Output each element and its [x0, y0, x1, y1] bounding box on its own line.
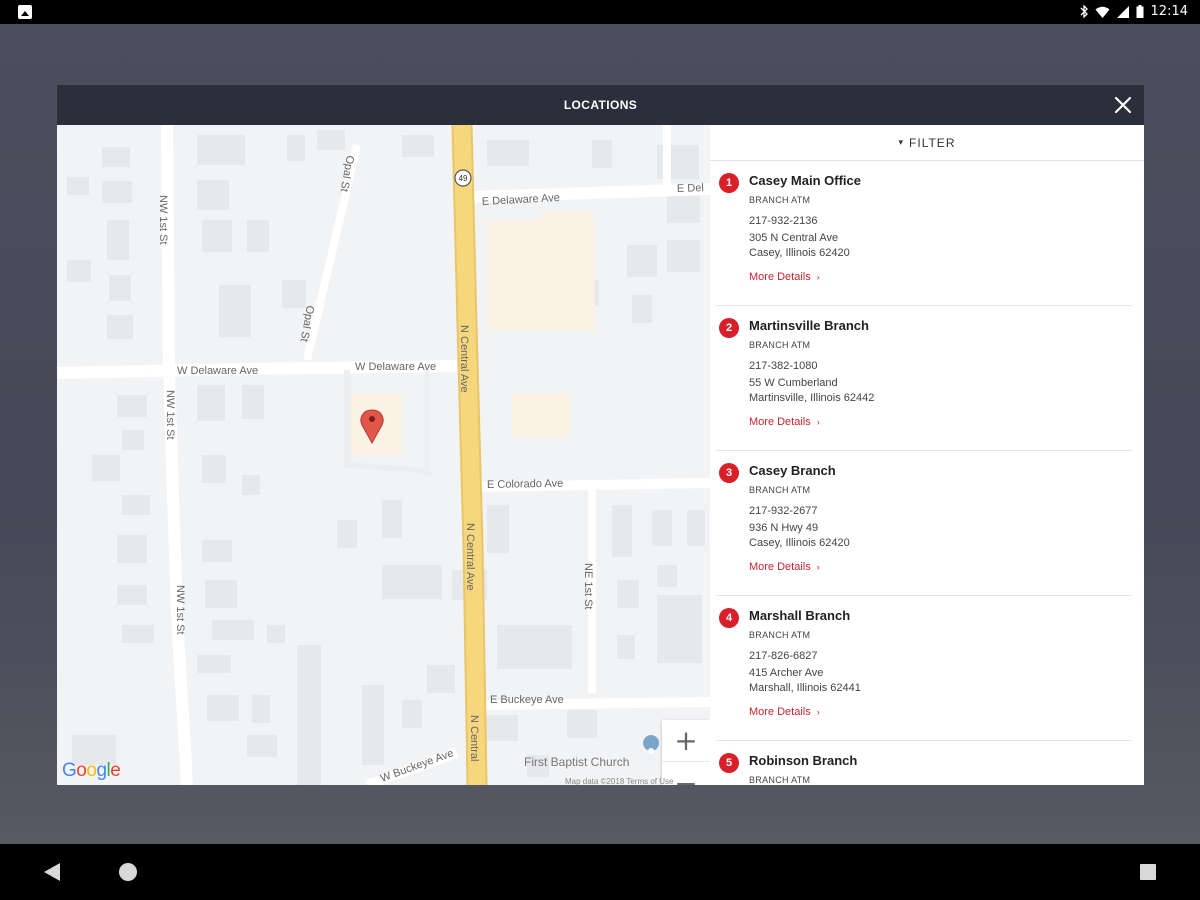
location-address-line1: 305 N Central Ave: [749, 232, 839, 244]
location-name: Martinsville Branch: [749, 318, 869, 333]
filter-button[interactable]: ▾ FILTER: [710, 125, 1144, 161]
zoom-controls: + −: [662, 720, 710, 785]
modal-header: LOCATIONS: [57, 85, 1144, 125]
street-label-n-central-1: N Central Ave: [458, 325, 470, 393]
street-label-e-colorado: E Colorado Ave: [487, 478, 563, 491]
location-phone[interactable]: 217-932-2136: [749, 215, 818, 227]
chevron-right-icon: ›: [816, 272, 820, 282]
street-label-w-delaware-2: W Delaware Ave: [355, 361, 436, 373]
back-icon[interactable]: [44, 863, 60, 881]
zoom-in-button[interactable]: +: [662, 720, 710, 762]
map-canvas: 49 E Delaware Ave E Del W Delaware Ave W…: [57, 125, 710, 785]
more-details-link[interactable]: More Details ›: [749, 706, 820, 718]
location-number-badge: 5: [719, 753, 739, 773]
battery-icon: [1136, 5, 1144, 18]
location-name: Robinson Branch: [749, 753, 858, 768]
street-label-n-central-2: N Central Ave: [464, 523, 476, 591]
close-button[interactable]: [1110, 92, 1136, 118]
location-types: BRANCH ATM: [749, 340, 811, 350]
poi-label: First Baptist Church: [524, 755, 629, 769]
location-number-badge: 4: [719, 608, 739, 628]
street-label-e-delaware-cut: E Del: [677, 182, 704, 195]
more-details-link[interactable]: More Details ›: [749, 561, 820, 573]
google-logo: Google: [62, 760, 121, 781]
route-shield-label: 49: [459, 174, 468, 183]
location-item[interactable]: 2 Martinsville Branch BRANCH ATM 217-382…: [716, 306, 1132, 451]
chevron-right-icon: ›: [816, 417, 820, 427]
location-types: BRANCH ATM: [749, 775, 811, 785]
location-name: Marshall Branch: [749, 608, 851, 623]
locations-panel: ▾ FILTER 1 Casey Main Office BRANCH ATM …: [710, 125, 1144, 785]
location-address-line2: Marshall, Illinois 62441: [749, 682, 861, 694]
location-name: Casey Branch: [749, 463, 836, 478]
street-label-n-central-3: N Central: [468, 715, 480, 761]
location-address-line2: Casey, Illinois 62420: [749, 247, 850, 259]
street-label-ne-1st: NE 1st St: [582, 563, 594, 609]
location-item[interactable]: 3 Casey Branch BRANCH ATM 217-932-2677 9…: [716, 451, 1132, 596]
chevron-right-icon: ›: [816, 562, 820, 572]
location-types: BRANCH ATM: [749, 195, 811, 205]
location-phone[interactable]: 217-932-2677: [749, 505, 818, 517]
locations-list[interactable]: 1 Casey Main Office BRANCH ATM 217-932-2…: [710, 161, 1144, 785]
chevron-right-icon: ›: [816, 707, 820, 717]
street-label-nw-1st-a: NW 1st St: [157, 195, 169, 245]
recent-apps-icon[interactable]: [1140, 864, 1156, 880]
map-attribution[interactable]: Map data ©2018 Terms of Use: [565, 777, 673, 785]
location-number-badge: 1: [719, 173, 739, 193]
location-item[interactable]: 1 Casey Main Office BRANCH ATM 217-932-2…: [716, 161, 1132, 306]
locations-modal: LOCATIONS 49 E Delaware Ave E Del W Dela…: [57, 85, 1144, 785]
location-number-badge: 3: [719, 463, 739, 483]
more-details-link[interactable]: More Details ›: [749, 271, 820, 283]
street-label-w-delaware: W Delaware Ave: [177, 365, 258, 377]
location-types: BRANCH ATM: [749, 630, 811, 640]
street-label-nw-1st-c: NW 1st St: [174, 585, 186, 635]
signal-icon: [1116, 5, 1129, 18]
bluetooth-icon: [1080, 5, 1088, 18]
map-view[interactable]: 49 E Delaware Ave E Del W Delaware Ave W…: [57, 125, 710, 785]
location-address-line2: Casey, Illinois 62420: [749, 537, 850, 549]
location-address-line2: Martinsville, Illinois 62442: [749, 392, 875, 404]
location-phone[interactable]: 217-826-6827: [749, 650, 818, 662]
location-name: Casey Main Office: [749, 173, 861, 188]
location-address-line1: 936 N Hwy 49: [749, 522, 819, 534]
location-item[interactable]: 5 Robinson Branch BRANCH ATM: [716, 741, 1132, 785]
location-phone[interactable]: 217-382-1080: [749, 360, 818, 372]
street-label-nw-1st-b: NW 1st St: [164, 390, 176, 440]
clock-time: 12:14: [1150, 4, 1188, 19]
close-icon: [1114, 96, 1132, 114]
caret-down-icon: ▾: [898, 137, 904, 147]
location-types: BRANCH ATM: [749, 485, 811, 495]
navigation-bar: [0, 844, 1200, 900]
location-number-badge: 2: [719, 318, 739, 338]
location-address-line1: 55 W Cumberland: [749, 377, 838, 389]
modal-title: LOCATIONS: [563, 98, 638, 112]
wifi-icon: [1095, 6, 1110, 18]
location-address-line1: 415 Archer Ave: [749, 667, 824, 679]
gallery-notification-icon: [18, 5, 32, 19]
filter-label: FILTER: [909, 135, 956, 150]
street-label-e-buckeye: E Buckeye Ave: [490, 694, 564, 706]
status-bar: 12:14: [0, 0, 1200, 24]
location-item[interactable]: 4 Marshall Branch BRANCH ATM 217-826-682…: [716, 596, 1132, 741]
home-icon[interactable]: [119, 863, 137, 881]
more-details-link[interactable]: More Details ›: [749, 416, 820, 428]
